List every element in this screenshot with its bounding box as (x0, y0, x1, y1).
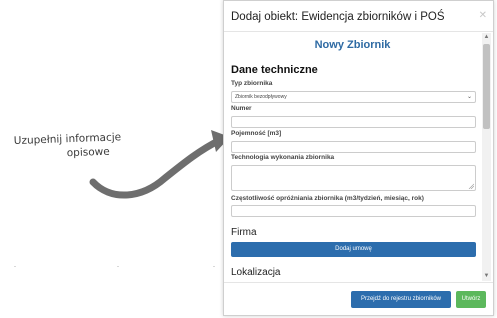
typ-zbiornika-label: Typ zbiornika (231, 80, 273, 87)
typ-zbiornika-select[interactable]: Zbiornik bezodpływowy ⌄ (231, 91, 476, 103)
add-object-modal: Dodaj obiekt: Ewidencja zbiorników i POŚ… (223, 0, 494, 316)
decor-dot (117, 266, 119, 267)
technologia-label: Technologia wykonania zbiornika (231, 154, 335, 161)
heading-firma: Firma (231, 227, 257, 238)
numer-label: Numer (231, 105, 252, 112)
go-to-register-button[interactable]: Przejdź do rejestru zbiorników (351, 291, 451, 308)
scroll-up-icon[interactable]: ▲ (482, 33, 491, 42)
section-title: Nowy Zbiornik (314, 39, 391, 51)
heading-dane-techniczne: Dane techniczne (231, 64, 318, 76)
annotation-text: Uzupełnij informacje opisowe (14, 130, 133, 162)
pojemnosc-input[interactable] (231, 141, 476, 153)
close-icon[interactable]: ✕ (479, 10, 487, 21)
technologia-textarea[interactable] (231, 165, 476, 191)
decor-dot (213, 266, 215, 267)
scroll-thumb[interactable] (483, 44, 490, 129)
heading-lokalizacja: Lokalizacja (231, 267, 281, 278)
typ-zbiornika-value: Zbiornik bezodpływowy (235, 94, 287, 100)
numer-input[interactable] (231, 116, 476, 128)
modal-body: Nowy Zbiornik Dane techniczne Typ zbiorn… (224, 32, 481, 283)
resize-grip-icon[interactable] (468, 183, 474, 189)
czestotliwosc-input[interactable] (231, 205, 476, 217)
czestotliwosc-label: Częstotliwość opróżniania zbiornika (m3/… (231, 195, 424, 202)
modal-footer: Przejdź do rejestru zbiorników Utwórz (224, 282, 493, 315)
modal-title: Dodaj obiekt: Ewidencja zbiorników i POŚ (231, 11, 445, 23)
chevron-down-icon: ⌄ (466, 94, 472, 100)
pojemnosc-label: Pojemność [m3] (231, 130, 282, 137)
modal-header: Dodaj obiekt: Ewidencja zbiorników i POŚ… (224, 1, 493, 32)
modal-scrollbar[interactable]: ▲ ▼ (482, 33, 491, 281)
scroll-down-icon[interactable]: ▼ (482, 272, 491, 281)
decor-dot (14, 266, 16, 267)
create-button[interactable]: Utwórz (456, 291, 486, 308)
add-contract-button[interactable]: Dodaj umowę (231, 242, 476, 257)
